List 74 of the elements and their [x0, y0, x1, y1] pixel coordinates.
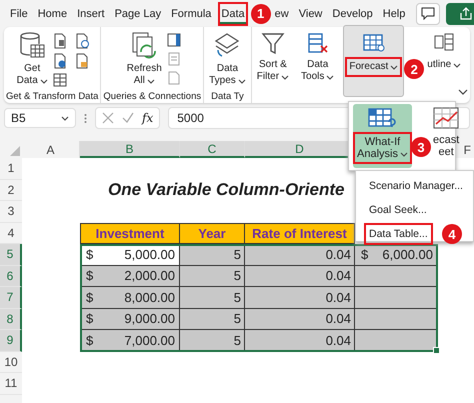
group-label: Get & Transform Data	[6, 91, 98, 104]
ribbon-tab[interactable]: Help	[380, 2, 408, 26]
ribbon-button[interactable]: Forecast	[343, 25, 404, 97]
table-cell: 0.04	[245, 287, 355, 308]
menu-item[interactable]: Goal Seek...	[364, 199, 432, 221]
table-header-cell: Rate of Interest	[245, 222, 355, 244]
comment-icon	[421, 7, 436, 20]
row-header[interactable]: 2	[0, 180, 22, 201]
sheet-title: One Variable Column-Oriente	[108, 180, 344, 200]
triangle-icon	[10, 146, 20, 156]
ribbon-tab[interactable]: Insert	[74, 2, 108, 26]
ribbon-tab[interactable]: Develop	[329, 2, 376, 26]
table-cell: 0.04	[245, 308, 355, 330]
row-header[interactable]: 10	[0, 352, 22, 373]
row-header[interactable]: 7	[0, 287, 22, 308]
menu-item[interactable]: Scenario Manager...	[364, 175, 468, 197]
row-header[interactable]: 5	[0, 244, 22, 266]
function-button[interactable]: fx	[142, 111, 154, 125]
step-badge: 2	[404, 59, 424, 79]
drag-handle-icon	[84, 112, 87, 124]
document-icon	[52, 33, 67, 49]
table-cell: 0.04	[245, 266, 355, 287]
share-button[interactable]	[446, 2, 474, 24]
row-header[interactable]: 6	[0, 266, 22, 287]
caret-icon	[61, 116, 69, 120]
ribbon-tab[interactable]: File	[7, 2, 31, 26]
step-badge: 1	[250, 4, 271, 24]
table-cell: 5	[180, 266, 245, 287]
table-cell: $ 2,000.00	[80, 266, 180, 287]
document-clock-icon	[74, 33, 89, 49]
share-icon	[459, 7, 474, 20]
table-cell: 0.04	[245, 244, 355, 266]
ribbon-button[interactable]: Data Tools	[298, 29, 338, 103]
ribbon-button[interactable]: Refresh All	[124, 29, 165, 91]
check-icon[interactable]	[122, 112, 134, 124]
table-cell: 0.04	[245, 330, 355, 352]
document-info-icon	[52, 53, 67, 69]
panel-button[interactable]: What-If Analysis	[353, 104, 412, 168]
table-icon	[52, 73, 67, 87]
list-icon	[166, 52, 181, 66]
document-icon	[166, 71, 181, 85]
ribbon-tab[interactable]: Page Lay	[112, 2, 164, 26]
table-header-cell: Investment	[80, 222, 180, 244]
step-badge: 3	[410, 137, 431, 157]
row-header[interactable]: 9	[0, 330, 22, 352]
column-header[interactable]: B	[80, 141, 180, 158]
panel-icon	[166, 33, 181, 47]
row-header[interactable]: 8	[0, 308, 22, 330]
ribbon-tab[interactable]: Data	[218, 2, 248, 26]
table-cell: 5	[180, 308, 245, 330]
table-cell: $ 9,000.00	[80, 308, 180, 330]
ribbon-button[interactable]: Get Data	[14, 29, 51, 91]
ribbon-tab[interactable]: View	[296, 2, 326, 26]
document-lock-icon	[74, 53, 89, 69]
table-cell: 5	[180, 244, 245, 266]
chevron-icon[interactable]	[458, 89, 468, 95]
table-cell: 5	[180, 287, 245, 308]
funnel-icon	[260, 31, 285, 57]
name-box[interactable]: B5	[4, 108, 76, 128]
ribbon-button[interactable]: Data Types	[206, 29, 249, 91]
column-header[interactable]: C	[180, 141, 245, 158]
group-label: Data Ty	[210, 91, 245, 104]
table-header-cell: Year	[180, 222, 245, 244]
comment-button[interactable]	[416, 2, 440, 24]
ribbon-button[interactable]: Sort & Filter	[254, 29, 292, 103]
table-cell: $ 8,000.00	[80, 287, 180, 308]
row-header[interactable]: 4	[0, 222, 22, 244]
ribbon-tab[interactable]: Home	[34, 2, 70, 26]
group-label: Queries & Connections	[103, 91, 202, 104]
table-cell: 5	[180, 330, 245, 352]
ribbon-tab[interactable]: ew	[272, 2, 292, 26]
ribbon-tab[interactable]: Formula	[168, 2, 214, 26]
step-badge: 4	[442, 224, 462, 244]
ribbon-button[interactable]: utline	[424, 29, 464, 103]
